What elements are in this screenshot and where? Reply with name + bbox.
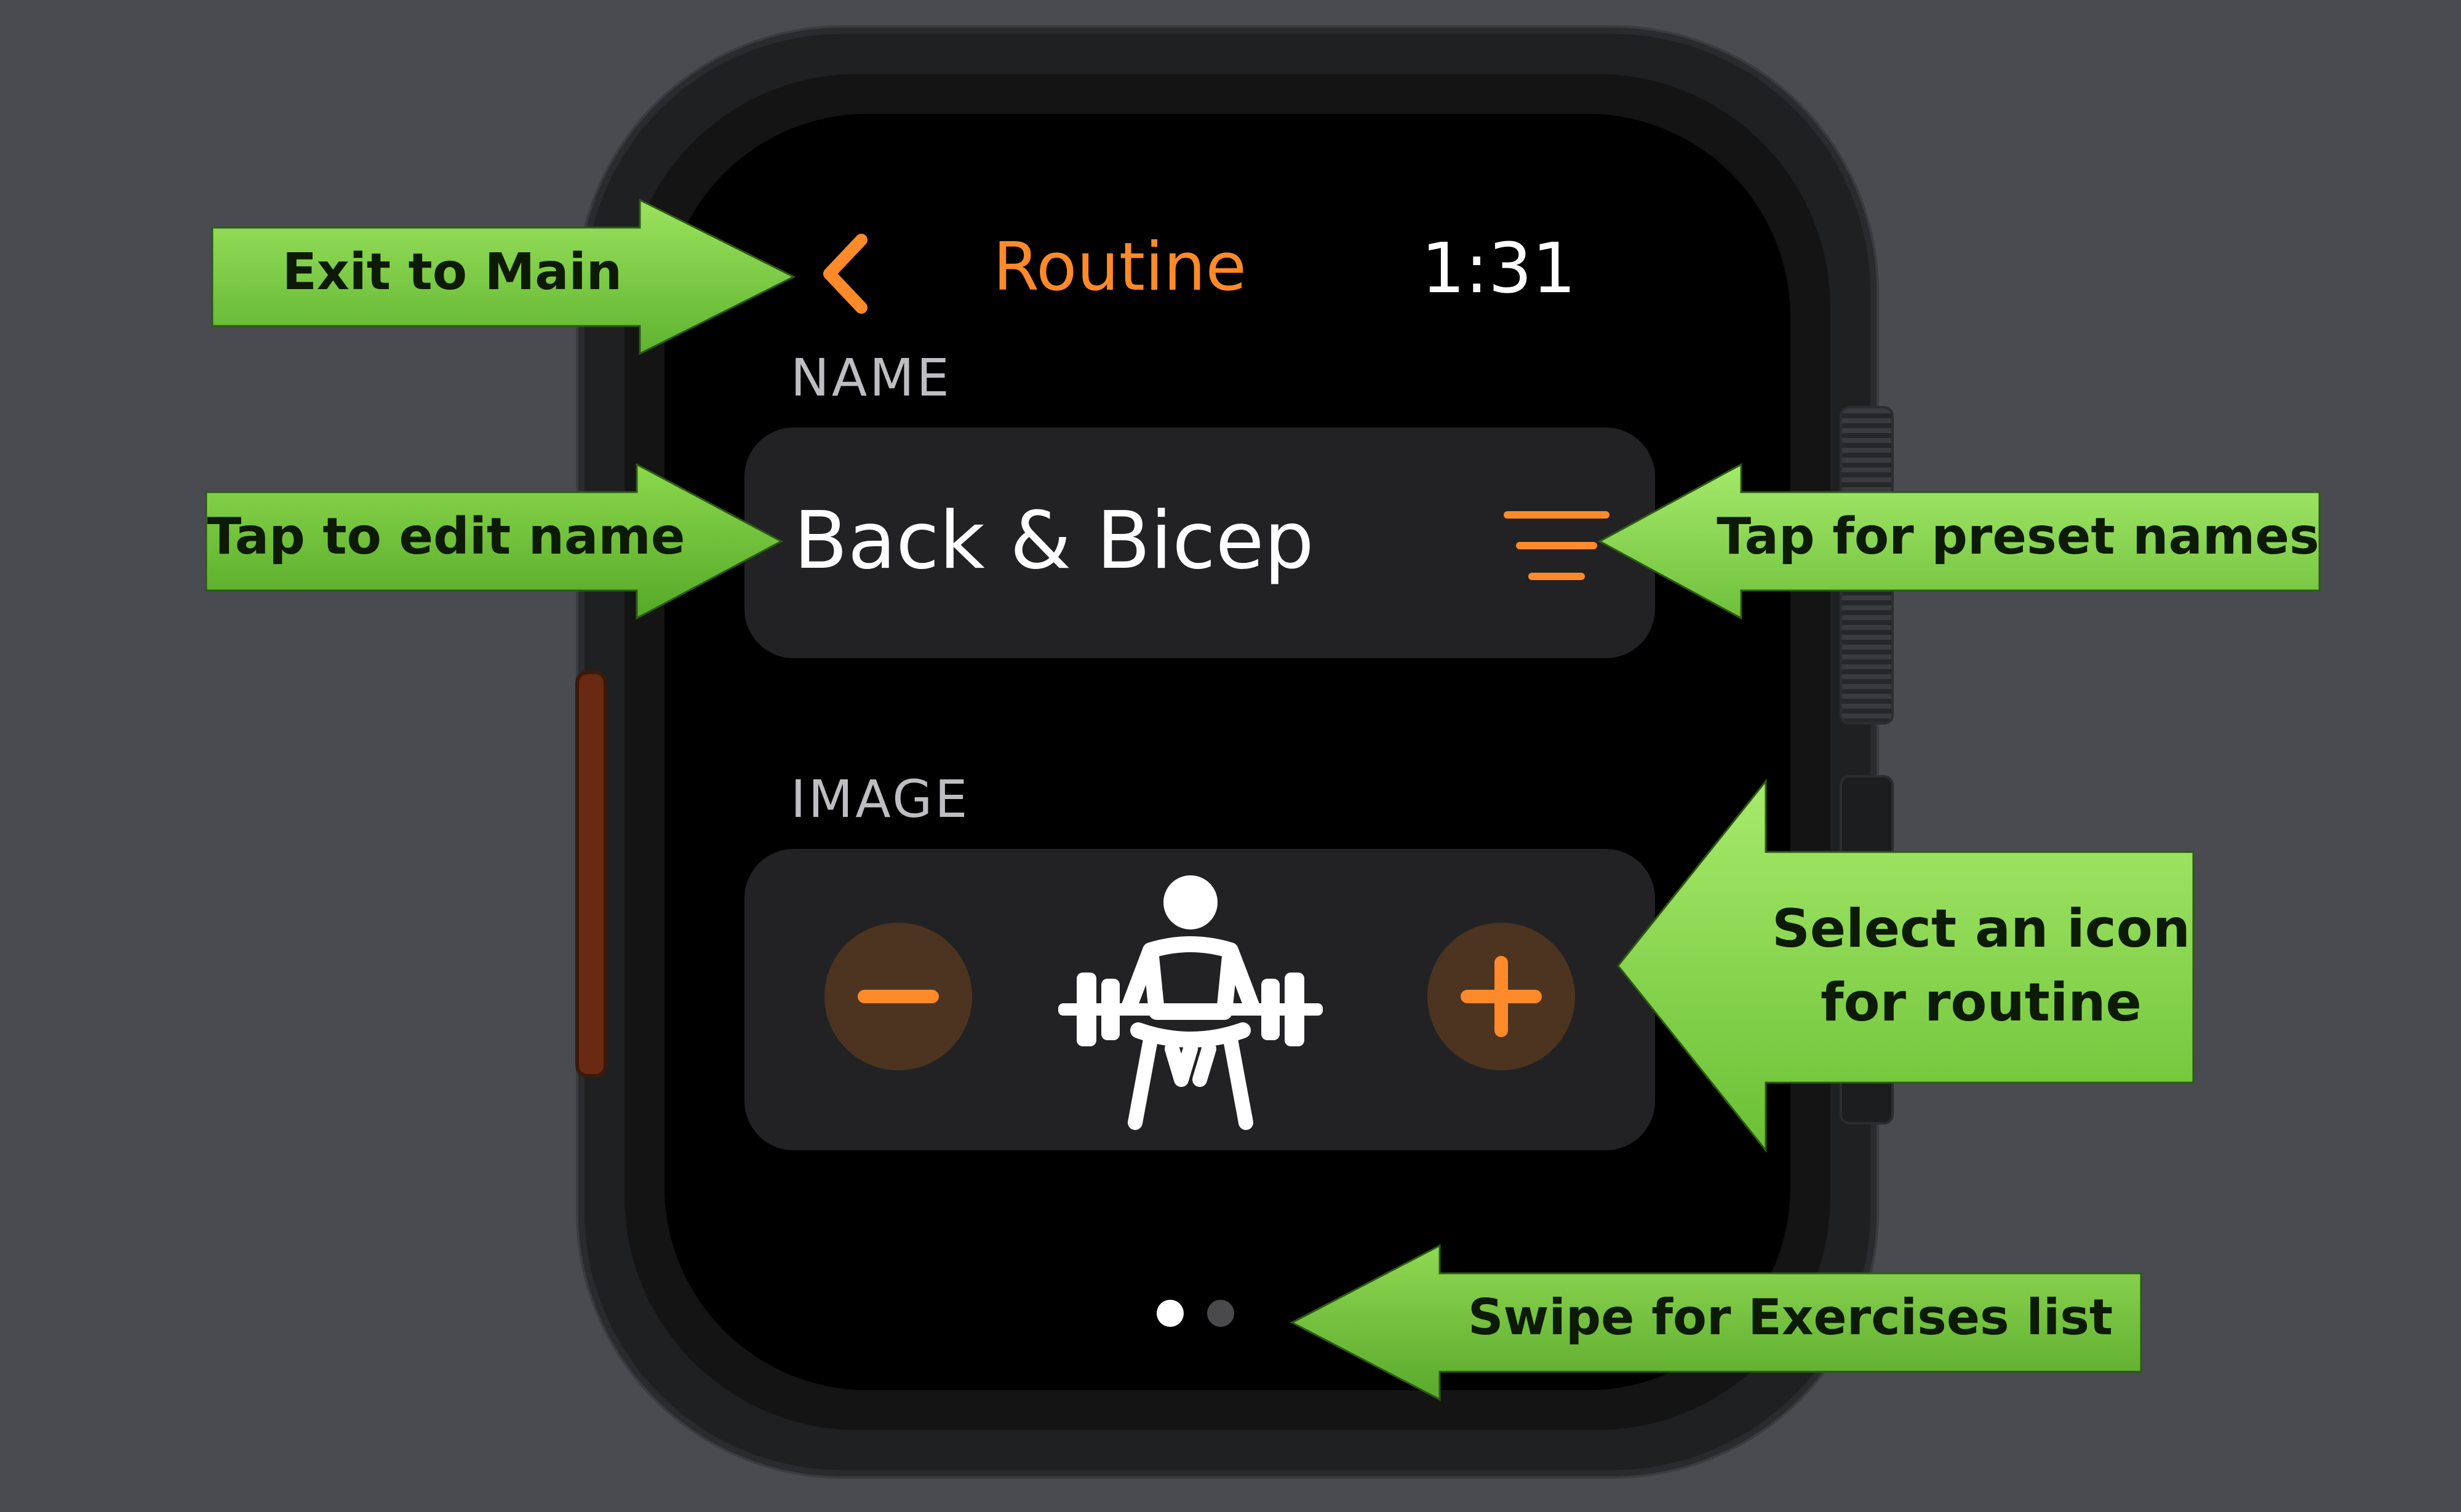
annotation-swipe: Swipe for Exercises list [1290,1244,2142,1401]
annotation-select-icon-line1: Select an icon [1771,898,2191,960]
annotation-preset-names-text: Tap for preset names [1717,507,2319,566]
action-button[interactable] [575,670,607,1078]
routine-name-value[interactable]: Back & Bicep [794,498,1314,585]
stage: Routine 1:31 NAME Back & Bicep IMAGE Exi… [0,0,2461,1512]
back-button[interactable] [818,234,874,314]
name-section-label: NAME [791,348,952,408]
minus-icon [858,990,939,1003]
previous-icon-button[interactable] [824,923,972,1070]
page-dot-inactive [1207,1300,1234,1327]
clock-time: 1:31 [1421,229,1576,309]
screen-title: Routine [993,229,1246,306]
annotation-swipe-text: Swipe for Exercises list [1467,1289,2113,1346]
image-section-label: IMAGE [791,769,970,829]
next-icon-button[interactable] [1427,923,1575,1070]
routine-image-picker [744,849,1655,1150]
annotation-preset-names: Tap for preset names [1597,463,2321,620]
annotation-edit-name-text: Tap to edit name [207,507,685,566]
chevron-left-icon [823,234,868,314]
weightlifter-barbell-icon [1058,864,1323,1135]
annotation-select-icon-line2: for routine [1821,972,2142,1033]
annotation-exit: Exit to Main [211,198,796,356]
watch-screen: Routine 1:31 NAME Back & Bicep IMAGE [664,114,1790,1390]
page-dot-active [1157,1300,1184,1327]
arrow-left-icon [1617,778,2195,1153]
routine-name-field[interactable]: Back & Bicep [744,428,1655,658]
annotation-edit-name: Tap to edit name [205,463,784,620]
annotation-select-icon: Select an icon for routine [1617,778,2195,1153]
page-indicator[interactable] [1157,1295,1243,1332]
annotation-exit-text: Exit to Main [282,243,623,301]
plus-icon [1461,956,1542,1037]
